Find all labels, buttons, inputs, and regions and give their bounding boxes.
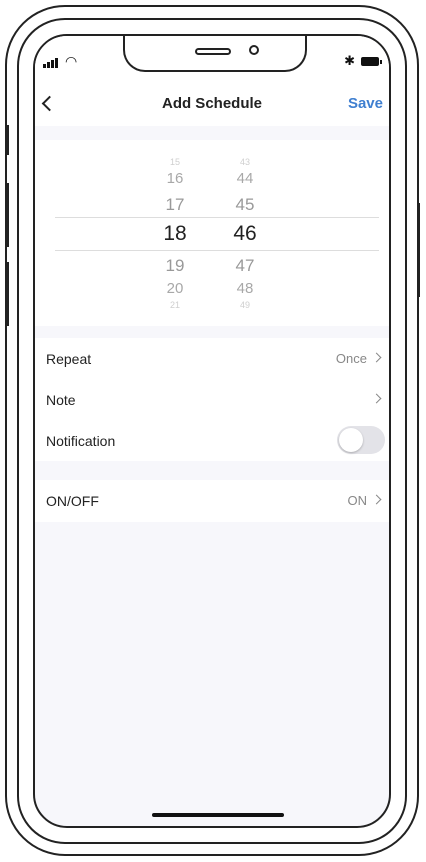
- repeat-value: Once: [335, 351, 367, 366]
- bluetooth-icon: ✱: [344, 53, 355, 68]
- minute-option[interactable]: 45: [215, 195, 275, 215]
- minute-option-selected[interactable]: 46: [215, 222, 275, 246]
- page-title: Add Schedule: [161, 95, 262, 112]
- chevron-right-icon: [373, 353, 381, 361]
- status-bar: ◠ ✱: [35, 36, 389, 82]
- repeat-label: Repeat: [46, 351, 92, 367]
- chevron-right-icon: [373, 394, 381, 402]
- notification-label: Notification: [46, 433, 116, 449]
- minute-option[interactable]: 47: [215, 256, 275, 276]
- mute-switch: [6, 125, 9, 155]
- settings-list: Repeat Once Note Notification: [35, 338, 389, 461]
- chevron-right-icon: [373, 495, 381, 503]
- hour-option[interactable]: 21: [145, 300, 205, 310]
- power-settings-list: ON/OFF ON: [35, 480, 389, 522]
- battery-icon: [361, 57, 382, 66]
- time-picker[interactable]: 15 16 17 18 19 20 21 43 44 45 46 47 48 4…: [35, 140, 389, 326]
- power-button: [417, 203, 420, 297]
- note-row[interactable]: Note: [35, 379, 389, 420]
- wifi-icon: ◠: [65, 53, 78, 69]
- hour-option[interactable]: 20: [145, 280, 205, 297]
- repeat-row[interactable]: Repeat Once: [35, 338, 389, 379]
- app-screen: ◠ ✱ Add Schedule Save 15 16 17 18 19 20 …: [33, 34, 391, 828]
- volume-down-button: [6, 262, 9, 326]
- notch: [123, 36, 307, 72]
- minute-option[interactable]: 44: [215, 170, 275, 187]
- signal-icon: [43, 58, 58, 68]
- toggle-knob: [339, 428, 363, 452]
- minute-option[interactable]: 49: [215, 300, 275, 310]
- notification-row: Notification: [35, 420, 389, 461]
- hour-option[interactable]: 16: [145, 170, 205, 187]
- speaker-icon: [195, 48, 231, 55]
- onoff-label: ON/OFF: [46, 493, 99, 509]
- camera-icon: [249, 45, 259, 55]
- onoff-value: ON: [347, 493, 368, 508]
- home-indicator: [152, 813, 284, 817]
- picker-selection-bottom-line: [55, 250, 379, 251]
- onoff-row[interactable]: ON/OFF ON: [35, 480, 389, 522]
- minute-option[interactable]: 48: [215, 280, 275, 297]
- picker-selection-top-line: [55, 217, 379, 218]
- notification-toggle[interactable]: [337, 426, 385, 454]
- hour-option[interactable]: 19: [145, 256, 205, 276]
- volume-up-button: [6, 183, 9, 247]
- hour-option[interactable]: 17: [145, 195, 205, 215]
- minute-option[interactable]: 43: [215, 157, 275, 167]
- note-label: Note: [46, 392, 76, 408]
- nav-bar: Add Schedule Save: [35, 82, 389, 126]
- hour-option[interactable]: 15: [145, 157, 205, 167]
- hour-option-selected[interactable]: 18: [145, 222, 205, 246]
- save-button[interactable]: Save: [348, 95, 383, 112]
